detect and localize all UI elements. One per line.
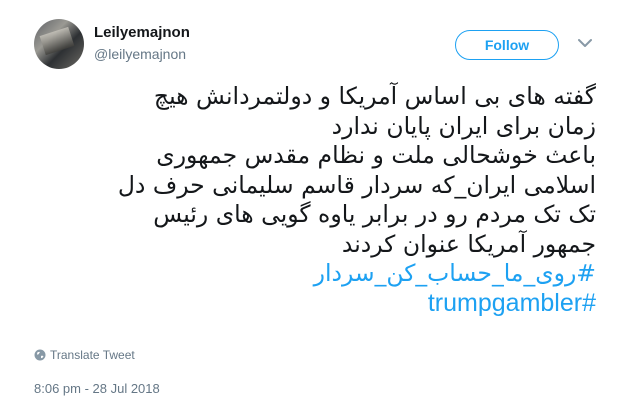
follow-button[interactable]: Follow bbox=[455, 30, 559, 60]
globe-icon bbox=[34, 349, 46, 361]
tweet-line: اسلامی ایران_که سردار قاسم سلیمانی حرف د… bbox=[117, 170, 596, 199]
avatar-image-detail bbox=[39, 26, 75, 56]
chevron-down-icon[interactable] bbox=[578, 36, 592, 50]
hashtag-link[interactable]: #trumpgambler bbox=[428, 289, 596, 317]
translate-tweet-link[interactable]: Translate Tweet bbox=[34, 348, 135, 362]
tweet-line: گفته های بی اساس آمریکا و دولتمردانش هیچ bbox=[153, 82, 596, 110]
tweet-line: تک تک مردم رو در برابر یاوه گویی های رئی… bbox=[153, 200, 596, 228]
translate-label[interactable]: Translate Tweet bbox=[50, 348, 135, 362]
tweet-text: گفته های بی اساس آمریکا و دولتمردانش هیچ… bbox=[40, 82, 596, 318]
tweet-line: باعث خوشحالی ملت و نظام مقدس جمهوری bbox=[156, 141, 596, 169]
user-handle[interactable]: @leilyemajnon bbox=[94, 46, 186, 62]
timestamp[interactable]: 8:06 pm - 28 Jul 2018 bbox=[34, 381, 160, 396]
hashtag-link[interactable]: #روی_ما_حساب_کن_سردار bbox=[314, 259, 596, 287]
avatar[interactable] bbox=[34, 19, 84, 69]
tweet-line: جمهور آمریکا عنوان کردند bbox=[341, 229, 596, 258]
tweet-line: زمان برای ایران پایان ندارد bbox=[331, 111, 596, 140]
display-name[interactable]: Leilyemajnon bbox=[94, 24, 190, 41]
